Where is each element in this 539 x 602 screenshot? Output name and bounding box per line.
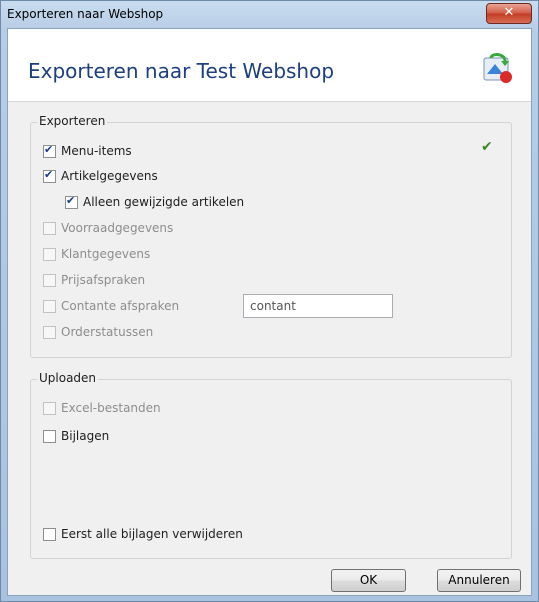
dialog-client-area: Exporteren naar Test Webshop Exporteren … <box>7 28 532 596</box>
prijsafspraken-label: Prijsafspraken <box>61 273 146 287</box>
prijsafspraken-checkbox-row[interactable]: Prijsafspraken <box>43 271 145 289</box>
verwijderen-checkbox[interactable] <box>43 527 56 541</box>
cancel-button[interactable]: Annuleren <box>437 569 521 592</box>
klantgegevens-label: Klantgegevens <box>61 247 151 261</box>
alleen-gewijzigd-checkbox[interactable] <box>65 194 78 209</box>
window-title: Exporteren naar Webshop <box>7 7 164 21</box>
menu-items-checkbox[interactable] <box>43 143 56 158</box>
voorraadgegevens-checkbox[interactable] <box>43 221 56 235</box>
double-check-icon: ✔ <box>481 139 493 155</box>
export-group-label: Exporteren <box>37 114 108 128</box>
verwijderen-checkbox-row[interactable]: Eerst alle bijlagen verwijderen <box>43 525 243 543</box>
verwijderen-label: Eerst alle bijlagen verwijderen <box>61 527 243 541</box>
klantgegevens-checkbox[interactable] <box>43 247 56 261</box>
export-webshop-icon <box>483 53 512 83</box>
bijlagen-label: Bijlagen <box>61 429 110 443</box>
menu-items-label: Menu-items <box>61 144 132 158</box>
alleen-gewijzigd-label: Alleen gewijzigde artikelen <box>83 195 245 209</box>
orderstatussen-label: Orderstatussen <box>61 325 154 339</box>
voorraadgegevens-checkbox-row[interactable]: Voorraadgegevens <box>43 219 173 237</box>
bijlagen-checkbox[interactable] <box>43 429 56 443</box>
excel-bestanden-checkbox-row[interactable]: Excel-bestanden <box>43 399 161 417</box>
menu-items-checkbox-row[interactable]: Menu-items <box>43 142 132 160</box>
excel-bestanden-label: Excel-bestanden <box>61 401 161 415</box>
klantgegevens-checkbox-row[interactable]: Klantgegevens <box>43 245 150 263</box>
voorraadgegevens-label: Voorraadgegevens <box>61 221 174 235</box>
excel-bestanden-checkbox[interactable] <box>43 401 56 415</box>
title-bar[interactable]: Exporteren naar Webshop ✕ <box>1 1 538 29</box>
bijlagen-checkbox-row[interactable]: Bijlagen <box>43 427 109 445</box>
contante-afspraken-label: Contante afspraken <box>61 299 180 313</box>
orderstatussen-checkbox-row[interactable]: Orderstatussen <box>43 323 153 341</box>
page-title: Exporteren naar Test Webshop <box>28 59 335 83</box>
dialog-header: Exporteren naar Test Webshop <box>8 29 531 102</box>
artikelgegevens-label: Artikelgegevens <box>61 169 158 183</box>
contante-afspraken-checkbox[interactable] <box>43 299 56 313</box>
contant-input[interactable] <box>243 294 393 318</box>
ok-button[interactable]: OK <box>331 569 406 592</box>
orderstatussen-checkbox[interactable] <box>43 325 56 339</box>
contante-afspraken-checkbox-row[interactable]: Contante afspraken <box>43 297 179 315</box>
artikelgegevens-checkbox[interactable] <box>43 168 56 183</box>
prijsafspraken-checkbox[interactable] <box>43 273 56 287</box>
alleen-gewijzigd-checkbox-row[interactable]: Alleen gewijzigde artikelen <box>65 193 244 211</box>
close-button[interactable]: ✕ <box>486 3 532 24</box>
artikelgegevens-checkbox-row[interactable]: Artikelgegevens <box>43 167 158 185</box>
dialog-window: Exporteren naar Webshop ✕ Exporteren naa… <box>0 0 539 602</box>
upload-group-label: Uploaden <box>37 371 99 385</box>
